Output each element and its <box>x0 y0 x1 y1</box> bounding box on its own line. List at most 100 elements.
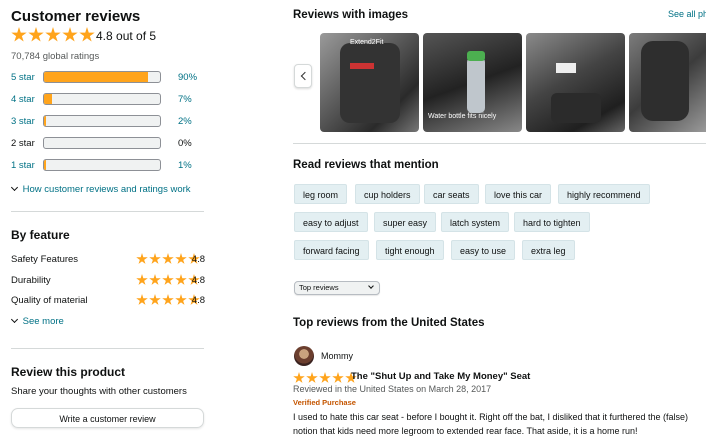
histogram-row[interactable]: 3 star 2% <box>11 115 201 129</box>
star-icon <box>45 27 61 42</box>
star-icon <box>79 27 95 42</box>
star-icon <box>136 274 148 285</box>
carousel-prev-button[interactable] <box>294 64 312 88</box>
histogram-fill <box>44 116 47 126</box>
histogram-label[interactable]: 1 star <box>11 160 35 171</box>
histogram-fill <box>44 160 46 170</box>
star-icon <box>149 253 161 264</box>
feature-name: Safety Features <box>11 254 79 265</box>
divider <box>11 348 204 349</box>
histogram-label[interactable]: 2 star <box>11 138 35 149</box>
review-body-line: I used to hate this car seat - before I … <box>293 412 689 422</box>
histogram-bar[interactable] <box>43 137 161 149</box>
mentions-title: Read reviews that mention <box>293 159 439 171</box>
histogram-bar[interactable] <box>43 71 161 83</box>
histogram-percent[interactable]: 90% <box>178 72 197 83</box>
histogram-percent[interactable]: 2% <box>178 116 192 127</box>
histogram-fill <box>44 72 149 82</box>
sort-select[interactable]: Top reviews <box>294 281 380 295</box>
how-reviews-work-link[interactable]: How customer reviews and ratings work <box>10 183 191 195</box>
star-icon <box>306 372 318 383</box>
histogram-bar[interactable] <box>43 115 161 127</box>
star-icon <box>11 27 27 42</box>
review-image-3[interactable] <box>526 33 625 132</box>
write-review-button[interactable]: Write a customer review <box>11 408 204 428</box>
review-author[interactable]: Mommy <box>321 351 353 361</box>
feature-value: 4.8 <box>191 254 205 265</box>
global-ratings: 70,784 global ratings <box>11 51 100 62</box>
rating-text: 4.8 out of 5 <box>96 29 157 43</box>
histogram-label[interactable]: 4 star <box>11 94 35 105</box>
histogram-bar[interactable] <box>43 159 161 171</box>
star-icon <box>175 294 187 305</box>
image-caption: Water bottle fits nicely <box>428 113 497 120</box>
star-icon <box>149 294 161 305</box>
star-icon <box>136 253 148 264</box>
chevron-down-icon <box>368 283 374 289</box>
mention-chip[interactable]: easy to use <box>451 240 516 260</box>
mention-chip[interactable]: latch system <box>441 212 510 232</box>
review-image-2[interactable]: Water bottle fits nicely <box>423 33 522 132</box>
star-icon <box>162 294 174 305</box>
histogram-row[interactable]: 1 star 1% <box>11 159 201 173</box>
mention-chip[interactable]: forward facing <box>294 240 369 260</box>
star-icon <box>175 274 187 285</box>
feature-row: Durability 4.8 <box>11 274 205 288</box>
mention-chip[interactable]: easy to adjust <box>294 212 368 232</box>
mention-chip[interactable]: car seats <box>424 184 479 204</box>
histogram-row[interactable]: 4 star 7% <box>11 93 201 107</box>
image-caption: Extend2Fit <box>350 39 384 46</box>
see-all-photos-link[interactable]: See all ph <box>668 9 706 19</box>
mention-chip[interactable]: highly recommend <box>558 184 650 204</box>
histogram-percent[interactable]: 1% <box>178 160 192 171</box>
divider <box>11 211 204 212</box>
star-icon <box>62 27 78 42</box>
star-icon <box>28 27 44 42</box>
mention-chip[interactable]: hard to tighten <box>514 212 590 232</box>
star-icon <box>149 274 161 285</box>
chevron-down-icon <box>10 315 19 324</box>
histogram-row[interactable]: 5 star 90% <box>11 71 201 85</box>
by-feature-title: By feature <box>11 228 70 242</box>
review-image-1[interactable]: Extend2Fit <box>320 33 419 132</box>
feature-name: Durability <box>11 275 51 286</box>
top-reviews-title: Top reviews from the United States <box>293 317 485 329</box>
sort-value: Top reviews <box>299 283 339 292</box>
feature-stars <box>136 253 200 265</box>
chevron-down-icon <box>10 183 19 192</box>
histogram-percent[interactable]: 7% <box>178 94 192 105</box>
avatar <box>294 346 314 366</box>
review-body-line: notion that kids need more legroom to ex… <box>293 426 638 436</box>
see-more-link[interactable]: See more <box>10 315 64 327</box>
star-icon <box>162 274 174 285</box>
star-icon <box>136 294 148 305</box>
histogram-label[interactable]: 5 star <box>11 72 35 83</box>
mention-chip[interactable]: love this car <box>485 184 552 204</box>
verified-badge: Verified Purchase <box>293 398 356 407</box>
histogram-row[interactable]: 2 star 0% <box>11 137 201 151</box>
histogram-fill <box>44 94 53 104</box>
star-icon <box>332 372 344 383</box>
review-image-4[interactable] <box>629 33 706 132</box>
feature-value: 4.8 <box>191 295 205 306</box>
star-icon <box>175 253 187 264</box>
histogram-bar[interactable] <box>43 93 161 105</box>
star-icon <box>162 253 174 264</box>
images-title: Reviews with images <box>293 9 409 21</box>
mention-chip[interactable]: cup holders <box>355 184 420 204</box>
star-icon <box>293 372 305 383</box>
review-product-subtitle: Share your thoughts with other customers <box>11 386 187 397</box>
mention-chip[interactable]: leg room <box>294 184 348 204</box>
mention-chip[interactable]: super easy <box>374 212 437 232</box>
mention-chip[interactable]: extra leg <box>522 240 575 260</box>
review-headline[interactable]: The "Shut Up and Take My Money" Seat <box>351 371 530 382</box>
feature-value: 4.8 <box>191 275 205 286</box>
divider <box>293 143 706 144</box>
mention-chip[interactable]: tight enough <box>376 240 444 260</box>
review-meta: Reviewed in the United States on March 2… <box>293 384 492 394</box>
feature-stars <box>136 274 200 286</box>
feature-stars <box>136 294 200 306</box>
histogram-percent[interactable]: 0% <box>178 138 192 149</box>
histogram-label[interactable]: 3 star <box>11 116 35 127</box>
chevron-left-icon <box>300 71 310 81</box>
